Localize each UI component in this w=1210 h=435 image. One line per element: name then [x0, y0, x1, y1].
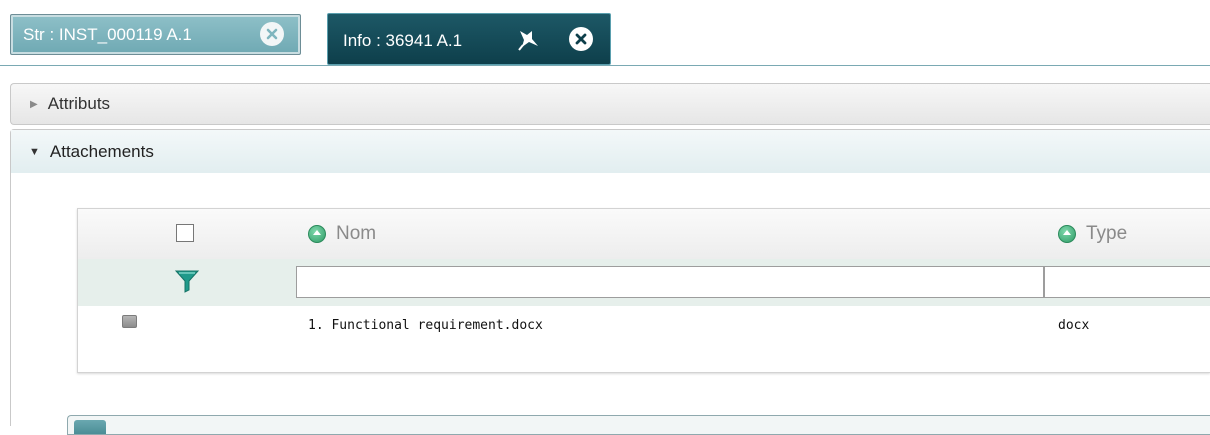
close-icon[interactable] [569, 27, 593, 51]
pin-icon[interactable] [516, 26, 542, 52]
filter-row [78, 259, 1210, 306]
filter-nom-input[interactable] [296, 266, 1044, 298]
bottom-toolbar [67, 415, 1210, 435]
panel-title: Attributs [47, 94, 111, 113]
panel-attachements: ▼ Attachements Nom Type 1. Functional re… [10, 129, 1210, 435]
grid-header: Nom Type [78, 209, 1210, 259]
caret-right-icon: ▶ [30, 98, 38, 110]
row-select-checkbox[interactable] [122, 315, 137, 328]
select-all-checkbox[interactable] [176, 224, 194, 242]
panel-attributs-header[interactable]: ▶ Attributs [10, 83, 1210, 125]
sort-icon[interactable] [1058, 225, 1076, 243]
filter-icon[interactable] [174, 268, 200, 294]
tab-label: Info : 36941 A.1 [343, 31, 463, 50]
panel-attachements-header[interactable]: ▼ Attachements [11, 130, 1210, 173]
toolbar-handle[interactable] [74, 420, 106, 434]
tab-label: Str : INST_000119 A.1 [23, 24, 192, 44]
filter-type-input[interactable] [1044, 266, 1210, 298]
column-label: Type [1086, 223, 1128, 244]
attachments-grid: Nom Type 1. Functional requirement.docx … [77, 208, 1210, 373]
tab-str[interactable]: Str : INST_000119 A.1 [10, 14, 301, 55]
tab-info[interactable]: Info : 36941 A.1 [327, 13, 611, 65]
cell-nom: 1. Functional requirement.docx [308, 318, 543, 333]
table-row[interactable]: 1. Functional requirement.docx docx [78, 306, 1210, 346]
caret-down-icon: ▼ [29, 145, 40, 158]
panel-title: Attachements [49, 141, 154, 161]
sort-icon[interactable] [308, 225, 326, 243]
tab-bar: Str : INST_000119 A.1 Info : 36941 A.1 [0, 0, 1210, 68]
column-header-nom[interactable]: Nom [308, 223, 376, 245]
cell-type: docx [1058, 318, 1090, 333]
close-icon[interactable] [260, 22, 284, 46]
column-header-type[interactable]: Type [1058, 223, 1127, 245]
tab-divider [0, 65, 1210, 66]
column-label: Nom [336, 223, 377, 244]
